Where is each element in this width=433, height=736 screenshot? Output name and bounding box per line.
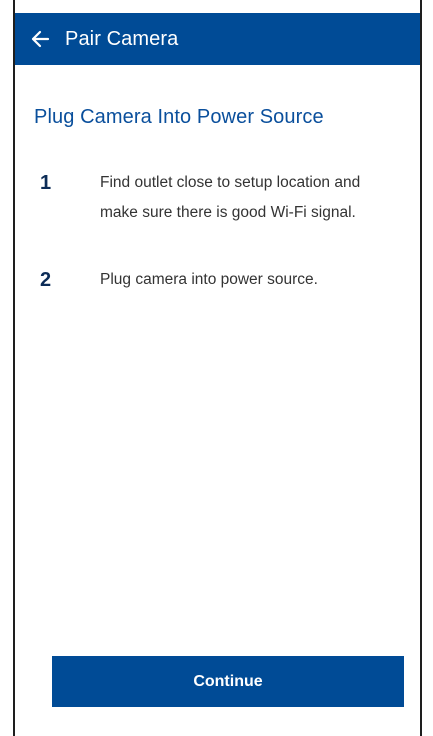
right-edge-border <box>420 0 433 736</box>
step-item: 2 Plug camera into power source. <box>15 268 420 295</box>
step-number: 1 <box>40 172 52 194</box>
screen: Pair Camera Plug Camera Into Power Sourc… <box>0 0 433 736</box>
app-window: Pair Camera Plug Camera Into Power Sourc… <box>15 13 420 736</box>
left-edge-border <box>0 0 15 736</box>
step-number: 2 <box>40 269 52 291</box>
top-app-bar: Pair Camera <box>15 13 420 65</box>
arrow-left-icon <box>30 30 50 48</box>
section-heading: Plug Camera Into Power Source <box>34 106 324 128</box>
step-text: Plug camera into power source. <box>100 271 318 288</box>
continue-button[interactable]: Continue <box>52 656 404 707</box>
page-title: Pair Camera <box>65 27 179 50</box>
back-button[interactable] <box>15 13 65 65</box>
step-item: 1 Find outlet close to setup location an… <box>15 171 420 228</box>
step-text: Find outlet close to setup location and … <box>100 174 361 221</box>
